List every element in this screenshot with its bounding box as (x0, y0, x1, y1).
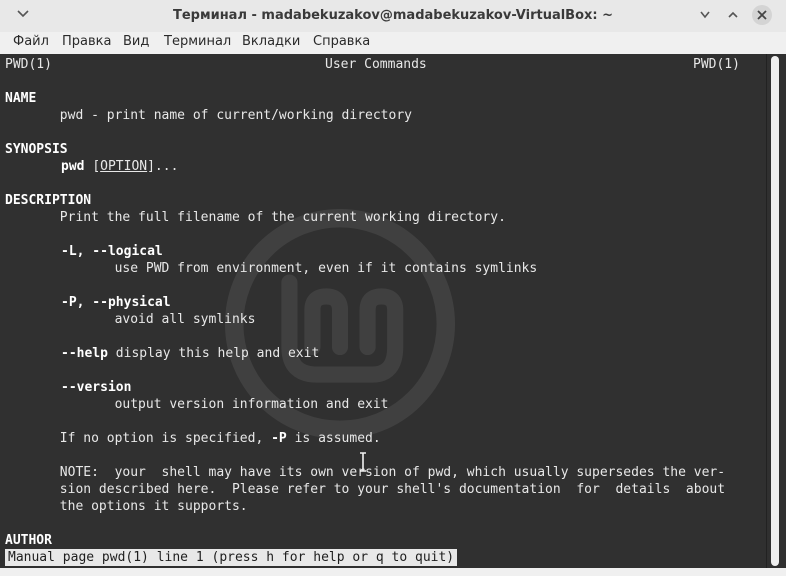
man-header-center: User Commands (325, 57, 427, 72)
option-logical-flag: -L, --logical (61, 244, 163, 259)
description-text: Print the full filename of the current w… (5, 210, 506, 225)
menu-tabs[interactable]: Вкладки (242, 34, 300, 49)
synopsis-bracket-open: [ (92, 159, 101, 174)
close-button[interactable] (752, 5, 772, 25)
menu-help[interactable]: Справка (313, 34, 370, 49)
synopsis-bracket-close: ]... (147, 159, 179, 174)
vertical-scrollbar[interactable] (766, 54, 786, 568)
option-physical-flag: -P, --physical (61, 295, 171, 310)
terminal-output[interactable]: PWD(1) User Commands PWD(1) NAME pwd - p… (0, 54, 766, 568)
author-heading: AUTHOR (5, 533, 52, 548)
synopsis-heading: SYNOPSIS (5, 142, 68, 157)
menu-view[interactable]: Вид (123, 34, 149, 49)
ibeam-cursor-icon (360, 452, 366, 472)
note-line-2: sion described here. Please refer to you… (5, 482, 726, 497)
scrollbar-thumb[interactable] (771, 56, 779, 566)
description-heading: DESCRIPTION (5, 193, 92, 208)
menu-terminal[interactable]: Терминал (164, 34, 231, 49)
option-version-flag: --version (61, 380, 132, 395)
name-heading: NAME (5, 91, 37, 106)
default-post-text: is assumed. (286, 431, 381, 446)
default-flag: -P (271, 431, 287, 446)
default-pre-text: If no option is specified, (5, 431, 272, 446)
close-icon (757, 10, 767, 20)
menu-bar: Файл Правка Вид Терминал Вкладки Справка (0, 32, 786, 54)
option-physical-desc: avoid all symlinks (5, 312, 256, 327)
default-option-line: If no option is specified, -P is assumed… (5, 430, 381, 447)
option-logical-desc: use PWD from environment, even if it con… (5, 261, 538, 276)
synopsis-option: OPTION (100, 159, 148, 174)
man-header-left: PWD(1) (5, 57, 52, 72)
option-help-line: --help display this help and exit (61, 345, 319, 362)
man-header-right: PWD(1) (693, 57, 740, 72)
synopsis-line: pwd [OPTION]... (61, 158, 178, 175)
option-help-desc: display this help and exit (107, 346, 320, 361)
window-bottom-border (0, 568, 786, 576)
title-bar[interactable]: Терминал - madabekuzakov@madabekuzakov-V… (0, 0, 786, 33)
pager-status-line: Manual page pwd(1) line 1 (press h for h… (5, 549, 458, 566)
maximize-icon[interactable] (724, 6, 742, 24)
window-title: Терминал - madabekuzakov@madabekuzakov-V… (172, 8, 614, 23)
menu-file[interactable]: Файл (13, 34, 49, 49)
menu-edit[interactable]: Правка (62, 34, 111, 49)
minimize-icon[interactable] (696, 6, 714, 24)
option-version-desc: output version information and exit (5, 397, 389, 412)
note-line-3: the options it supports. (5, 499, 248, 514)
terminal-window: Терминал - madabekuzakov@madabekuzakov-V… (0, 0, 786, 576)
option-help-flag: --help (61, 346, 108, 361)
synopsis-command: pwd (61, 159, 85, 174)
name-text: pwd - print name of current/working dire… (5, 108, 412, 123)
